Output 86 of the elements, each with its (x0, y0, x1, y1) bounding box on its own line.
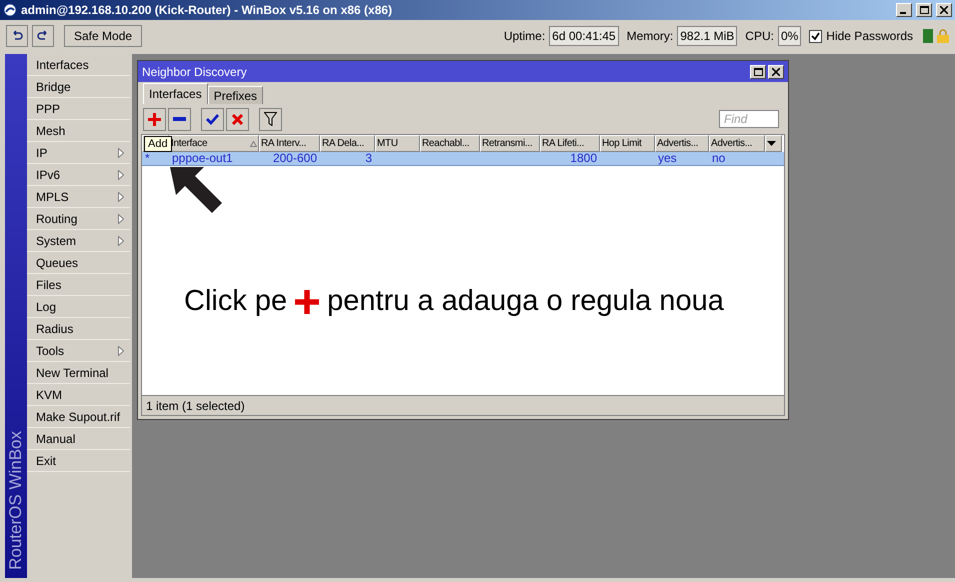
brand-text: RouterOS WinBox (6, 431, 26, 570)
menu-item[interactable]: New Terminal (27, 362, 130, 384)
menu-item[interactable]: IP (27, 142, 130, 164)
menu-item[interactable]: Files (27, 274, 130, 296)
checkbox-label: Hide Passwords (826, 29, 913, 43)
column-header[interactable]: RA Lifeti... (540, 135, 600, 152)
close-icon (772, 68, 780, 76)
menu-item[interactable]: Tools (27, 340, 130, 362)
redo-icon (37, 30, 49, 42)
tooltip: Add (144, 136, 172, 152)
redo-button[interactable] (32, 25, 54, 47)
cross-icon (232, 114, 243, 124)
safe-mode-button[interactable]: Safe Mode (64, 25, 142, 47)
filter-icon (264, 112, 277, 126)
undo-icon (11, 30, 23, 42)
check-icon (206, 114, 219, 124)
remove-button[interactable] (168, 108, 191, 130)
status-indicator-icon (923, 29, 933, 43)
status-label: CPU: (745, 29, 774, 43)
column-header[interactable]: RA Dela... (320, 135, 375, 152)
status-label: Uptime: (504, 29, 546, 43)
instruction-text: Click pe (184, 285, 288, 318)
menu-item[interactable]: PPP (27, 98, 130, 120)
arrow-drawing (170, 167, 222, 213)
column-header[interactable]: MTU (375, 135, 420, 152)
table-cell-text: pppoe-out1 (171, 152, 234, 165)
tab[interactable]: Prefixes (208, 86, 264, 104)
table-cell-text: 1800 (569, 152, 598, 165)
status-value: 6d 00:41:45 (549, 26, 619, 46)
close-button[interactable] (936, 3, 952, 17)
minus-icon (173, 116, 186, 122)
menu-item[interactable]: KVM (27, 384, 130, 406)
plus-icon (295, 290, 320, 314)
menu-item[interactable]: System (27, 230, 130, 252)
table-cell-text: 200-600 (272, 152, 318, 165)
menu-item[interactable]: IPv6 (27, 164, 130, 186)
menu-item[interactable]: Radius (27, 318, 130, 340)
instruction-text: pentru a adauga o regula noua (327, 285, 724, 318)
window-title: admin@192.168.10.200 (Kick-Router) - WinBox v5.16 on x86 (x86) (21, 3, 394, 17)
column-menu-button[interactable] (765, 135, 782, 152)
table-row[interactable]: * pppoe-out1 200-600 3 1800 yes no (142, 152, 784, 166)
app-icon (3, 3, 17, 17)
add-button[interactable] (143, 108, 166, 130)
row-marker: * (144, 152, 151, 165)
menu-item[interactable]: Bridge (27, 76, 130, 98)
column-header[interactable]: Advertis... (655, 135, 709, 152)
maximize-button[interactable] (916, 3, 932, 17)
filter-button[interactable] (259, 108, 282, 130)
column-header[interactable]: Advertis... (709, 135, 765, 152)
maximize-icon (920, 6, 928, 14)
status-value: 982.1 MiB (677, 26, 738, 46)
close-button[interactable] (768, 64, 784, 78)
column-header[interactable]: Retransmi... (480, 135, 540, 152)
menu-item[interactable]: Manual (27, 428, 130, 450)
menu-item[interactable]: Interfaces (27, 54, 130, 76)
disable-button[interactable] (226, 108, 249, 130)
maximize-button[interactable] (750, 64, 766, 78)
dialog-title: Neighbor Discovery (142, 64, 248, 78)
table-cell-text: 3 (364, 152, 373, 165)
checkbox[interactable] (809, 30, 822, 42)
status-label: Memory: (626, 29, 674, 43)
status-bar: 1 item (1 selected) (141, 396, 785, 416)
find-field[interactable]: Find (719, 110, 779, 128)
enable-button[interactable] (201, 108, 224, 130)
lock-icon (937, 29, 949, 43)
menu-item[interactable]: Routing (27, 208, 130, 230)
table-cell-text: yes (657, 152, 678, 165)
plus-icon (148, 112, 161, 126)
column-header[interactable]: Reachabl... (420, 135, 480, 152)
menu-item[interactable]: Mesh (27, 120, 130, 142)
maximize-icon (754, 68, 762, 76)
menu-item[interactable]: Log (27, 296, 130, 318)
menu-item[interactable]: Queues (27, 252, 130, 274)
table-cell-text: no (711, 152, 726, 165)
close-icon (940, 6, 948, 14)
menu-item[interactable]: Make Supout.rif (27, 406, 130, 428)
minimize-button[interactable] (896, 3, 912, 17)
column-header[interactable]: RA Interv... (259, 135, 320, 152)
status-value: 0% (778, 26, 802, 46)
dropdown-icon (767, 141, 776, 146)
tab[interactable]: Interfaces (143, 83, 208, 104)
undo-button[interactable] (6, 25, 28, 47)
column-header[interactable]: Interface (169, 135, 259, 152)
menu-item[interactable]: MPLS (27, 186, 130, 208)
column-header[interactable]: Hop Limit (600, 135, 655, 152)
menu-item[interactable]: Exit (27, 450, 130, 472)
